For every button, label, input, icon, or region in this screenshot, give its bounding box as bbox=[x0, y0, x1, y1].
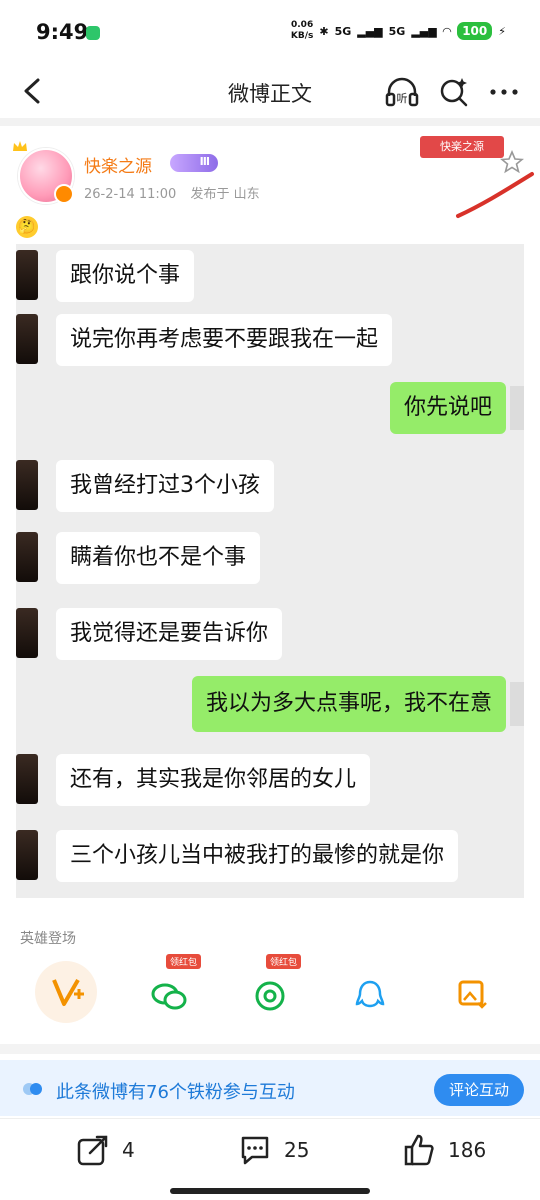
comment-button[interactable]: 25 bbox=[238, 1133, 309, 1167]
home-indicator[interactable] bbox=[170, 1188, 370, 1194]
thumbs-up-icon bbox=[404, 1134, 434, 1166]
red-packet-badge: 领红包 bbox=[266, 954, 302, 969]
chat-bubble-left: 瞒着你也不是个事 bbox=[56, 532, 261, 584]
charging-icon: ⚡ bbox=[498, 24, 506, 38]
repost-icon bbox=[77, 1135, 108, 1166]
qq-icon bbox=[355, 980, 385, 1008]
chat-bubble-left: 跟你说个事 bbox=[56, 250, 195, 302]
chat-bubble-left: 还有，其实我是你邻居的女儿 bbox=[56, 754, 371, 806]
bluetooth-icon: ✱ bbox=[319, 24, 329, 38]
bottom-action-bar: 4 25 186 bbox=[0, 1118, 540, 1179]
iron-fans-icon bbox=[23, 1083, 42, 1095]
iron-fans-text: 此条微博有76个铁粉参与互动 bbox=[56, 1082, 295, 1103]
chat-bubble-left: 我觉得还是要告诉你 bbox=[56, 608, 283, 660]
fan-group-tag[interactable]: 快楽之源 bbox=[420, 136, 504, 158]
repost-button[interactable]: 4 bbox=[76, 1133, 135, 1167]
network-speed: 0.06 KB/s bbox=[290, 20, 314, 41]
comment-count: 25 bbox=[284, 1138, 310, 1162]
author-name[interactable]: 快楽之源 bbox=[84, 152, 152, 177]
chat-avatar-right bbox=[510, 682, 524, 726]
wechat-icon bbox=[151, 983, 187, 1010]
moments-icon bbox=[255, 981, 285, 1011]
signal-5g-1: 5G bbox=[334, 24, 352, 38]
listen-icon[interactable]: 听 bbox=[384, 76, 420, 108]
chat-bubble-right: 我以为多大点事呢，我不在意 bbox=[191, 676, 506, 732]
chat-screenshot-image[interactable]: 跟你说个事 说完你再考虑要不要跟我在一起 你先说吧 我曾经打过3个小孩 瞒着你也… bbox=[16, 244, 524, 898]
member-level-badge: Ⅲ bbox=[170, 154, 218, 172]
like-button[interactable]: 186 bbox=[402, 1133, 486, 1167]
red-annotation-stroke bbox=[456, 172, 534, 218]
crown-icon bbox=[13, 141, 27, 151]
svg-text:听: 听 bbox=[397, 92, 408, 105]
top-nav-bar: 微博正文 听 bbox=[0, 70, 540, 114]
red-packet-badge: 领红包 bbox=[166, 954, 202, 969]
hero-section-label: 英雄登场 bbox=[20, 931, 76, 947]
chat-avatar bbox=[16, 532, 38, 582]
section-divider bbox=[0, 118, 540, 126]
section-divider bbox=[0, 1044, 540, 1054]
qq-share-button[interactable] bbox=[338, 960, 402, 1024]
wechat-share-button[interactable]: 领红包 bbox=[138, 954, 202, 1024]
signal-5g-2: 5G bbox=[388, 24, 406, 38]
comment-interact-button[interactable]: 评论互动 bbox=[434, 1074, 524, 1106]
v-plus-button[interactable] bbox=[34, 960, 98, 1024]
post-meta: 26-2-14 11:00 发布于 山东 bbox=[84, 183, 270, 202]
signal-bars-icon: ▂▄▆ bbox=[357, 24, 383, 38]
save-image-button[interactable] bbox=[440, 960, 504, 1024]
chat-avatar bbox=[16, 314, 38, 364]
chat-bubble-right: 你先说吧 bbox=[389, 382, 506, 434]
message-notification-icon bbox=[86, 26, 100, 40]
chat-avatar bbox=[16, 608, 38, 658]
chat-bubble-left: 三个小孩儿当中被我打的最惨的就是你 bbox=[56, 830, 459, 882]
chat-avatar-right bbox=[510, 386, 524, 430]
battery-level: 100 bbox=[457, 22, 493, 40]
save-image-icon bbox=[458, 980, 487, 1009]
status-time: 9:49 bbox=[36, 20, 89, 44]
iron-fans-banner: 此条微博有76个铁粉参与互动 评论互动 bbox=[0, 1060, 540, 1116]
moments-share-button[interactable]: 领红包 bbox=[238, 954, 302, 1024]
chat-avatar bbox=[16, 830, 38, 880]
chat-avatar bbox=[16, 460, 38, 510]
nav-actions: 听 bbox=[384, 76, 520, 108]
like-count: 186 bbox=[448, 1138, 487, 1162]
signal-bars-icon: ▂▄▆ bbox=[411, 24, 437, 38]
repost-count: 4 bbox=[122, 1138, 135, 1162]
chat-bubble-left: 说完你再考虑要不要跟我在一起 bbox=[56, 314, 393, 366]
post-date: 26-2-14 11:00 bbox=[84, 187, 177, 202]
chat-avatar bbox=[16, 250, 38, 300]
comment-icon bbox=[241, 1136, 269, 1165]
system-indicators: 0.06 KB/s ✱ 5G ▂▄▆ 5G ▂▄▆ ◠ 100 ⚡ bbox=[291, 20, 506, 42]
thinking-emoji: 🤔 bbox=[16, 216, 38, 238]
status-bar: 9:49 0.06 KB/s ✱ 5G ▂▄▆ 5G ▂▄▆ ◠ 100 ⚡ bbox=[0, 0, 540, 70]
v-plus-icon bbox=[35, 961, 97, 1023]
chat-bubble-left: 我曾经打过3个小孩 bbox=[56, 460, 274, 512]
verified-badge-icon bbox=[54, 184, 74, 204]
share-actions-row: 领红包 领红包 bbox=[0, 954, 540, 1030]
chat-avatar bbox=[16, 754, 38, 804]
post-location: 发布于 山东 bbox=[190, 187, 260, 202]
wifi-icon: ◠ bbox=[442, 24, 452, 38]
search-sparkle-icon[interactable] bbox=[438, 76, 470, 108]
more-options-icon[interactable] bbox=[488, 76, 520, 108]
